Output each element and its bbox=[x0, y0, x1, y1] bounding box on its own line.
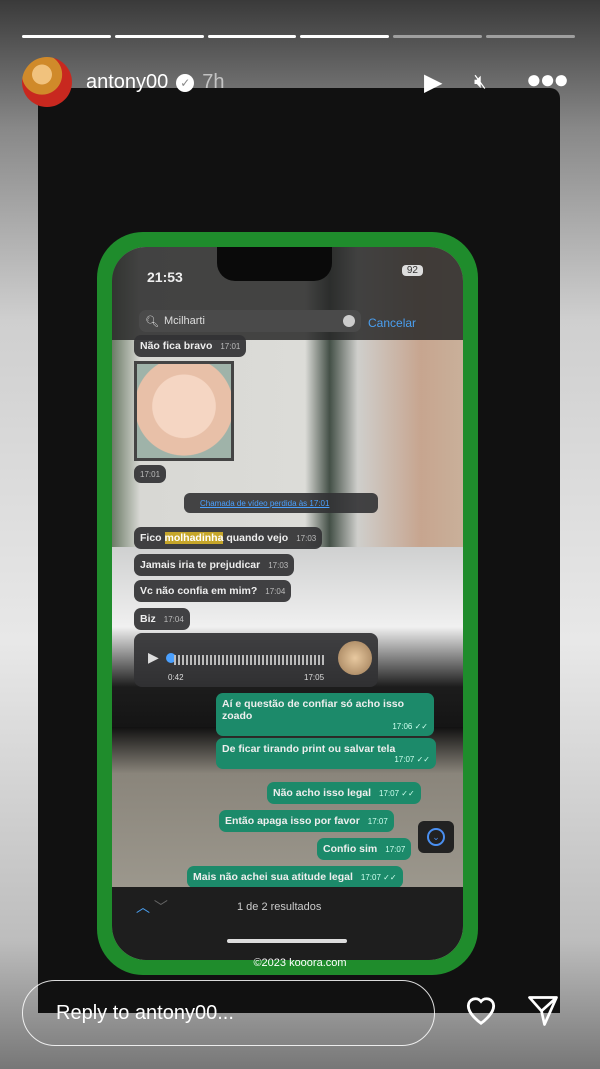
story-user[interactable]: antony00 ✓ 7h bbox=[86, 71, 225, 94]
scroll-down-button[interactable]: ⌄ bbox=[418, 821, 454, 853]
waveform bbox=[174, 655, 324, 665]
message-incoming: 17:01 bbox=[134, 465, 167, 483]
search-icon: 🔍︎ bbox=[145, 315, 159, 328]
message-outgoing: Não acho isso legal 17:07 ✓✓ bbox=[267, 782, 421, 804]
message-incoming: Fico molhadinha quando vejo 17:03 bbox=[134, 527, 323, 549]
play-audio-icon[interactable]: ▶ bbox=[148, 649, 159, 666]
message-outgoing: Então apaga isso por favor 17:07 bbox=[219, 810, 394, 832]
message-incoming: Biz 17:04 bbox=[134, 608, 190, 630]
message-incoming: Vc não confia em mim? 17:04 bbox=[134, 580, 292, 602]
story-age: 7h bbox=[202, 71, 225, 93]
search-nav: ︿ ﹀ bbox=[136, 897, 168, 917]
clear-icon[interactable] bbox=[343, 315, 355, 327]
message-outgoing: Confio sim 17:07 bbox=[317, 838, 412, 860]
progress-segment bbox=[22, 35, 111, 38]
home-indicator bbox=[227, 939, 347, 943]
search-value: Mcilharti bbox=[163, 315, 205, 327]
message-outgoing: Mais não achei sua atitude legal 17:07 ✓✓ bbox=[187, 866, 403, 888]
reply-input[interactable]: Reply to antony00... bbox=[22, 980, 435, 1046]
avatar[interactable] bbox=[22, 57, 72, 107]
send-icon[interactable] bbox=[525, 993, 561, 1029]
heart-icon[interactable] bbox=[462, 990, 500, 1028]
notch bbox=[217, 247, 332, 281]
audio-duration: 0:42 bbox=[168, 673, 184, 682]
search-highlight: molhadinha bbox=[164, 532, 224, 544]
voice-message: ▶ 0:42 17:05 bbox=[134, 633, 378, 687]
username[interactable]: antony00 bbox=[86, 71, 168, 94]
more-dots-icon[interactable]: ●●● bbox=[526, 64, 569, 95]
chevron-up-icon[interactable]: ︿ bbox=[136, 899, 150, 915]
muted-speaker-icon[interactable]: 🔇︎ bbox=[474, 71, 487, 94]
search-results-bar: ︿ ﹀ 1 de 2 resultados bbox=[112, 887, 463, 960]
chevron-down-icon: ⌄ bbox=[427, 828, 445, 846]
audio-time: 17:05 bbox=[304, 673, 325, 682]
phone-screen: 21:53 92 🔍︎ Mcilharti Cancelar Não fica b… bbox=[112, 247, 463, 960]
message-outgoing: Aí e questão de confiar só acho isso zoa… bbox=[216, 693, 434, 736]
play-icon[interactable]: ▶ bbox=[424, 68, 442, 97]
progress-segment bbox=[486, 35, 575, 38]
story-progress bbox=[22, 35, 575, 38]
progress-segment bbox=[300, 35, 390, 38]
phone-in-photo: 21:53 92 🔍︎ Mcilharti Cancelar Não fica b… bbox=[97, 232, 478, 975]
status-bar: 21:53 92 bbox=[112, 247, 463, 302]
message-incoming: Jamais iria te prejudicar 17:03 bbox=[134, 554, 295, 576]
results-count: 1 de 2 resultados bbox=[237, 901, 322, 913]
sticker-image bbox=[134, 361, 234, 461]
message-incoming: Não fica bravo 17:01 bbox=[134, 335, 247, 357]
cancel-button[interactable]: Cancelar bbox=[368, 316, 416, 330]
watermark: ©2023 kooora.com bbox=[253, 957, 347, 969]
sender-avatar bbox=[338, 641, 372, 675]
missed-video-call-notice[interactable]: Chamada de vídeo perdida às 17:01 bbox=[184, 493, 378, 513]
progress-segment bbox=[114, 35, 204, 38]
clock: 21:53 bbox=[147, 269, 183, 285]
message-outgoing: De ficar tirando print ou salvar tela 17:… bbox=[216, 738, 436, 769]
chevron-down-icon[interactable]: ﹀ bbox=[154, 899, 168, 915]
progress-segment bbox=[207, 35, 297, 38]
battery: 92 bbox=[401, 265, 423, 276]
search-input[interactable]: 🔍︎ Mcilharti bbox=[139, 310, 361, 332]
verified-badge-icon: ✓ bbox=[176, 73, 195, 92]
progress-segment bbox=[393, 35, 483, 38]
